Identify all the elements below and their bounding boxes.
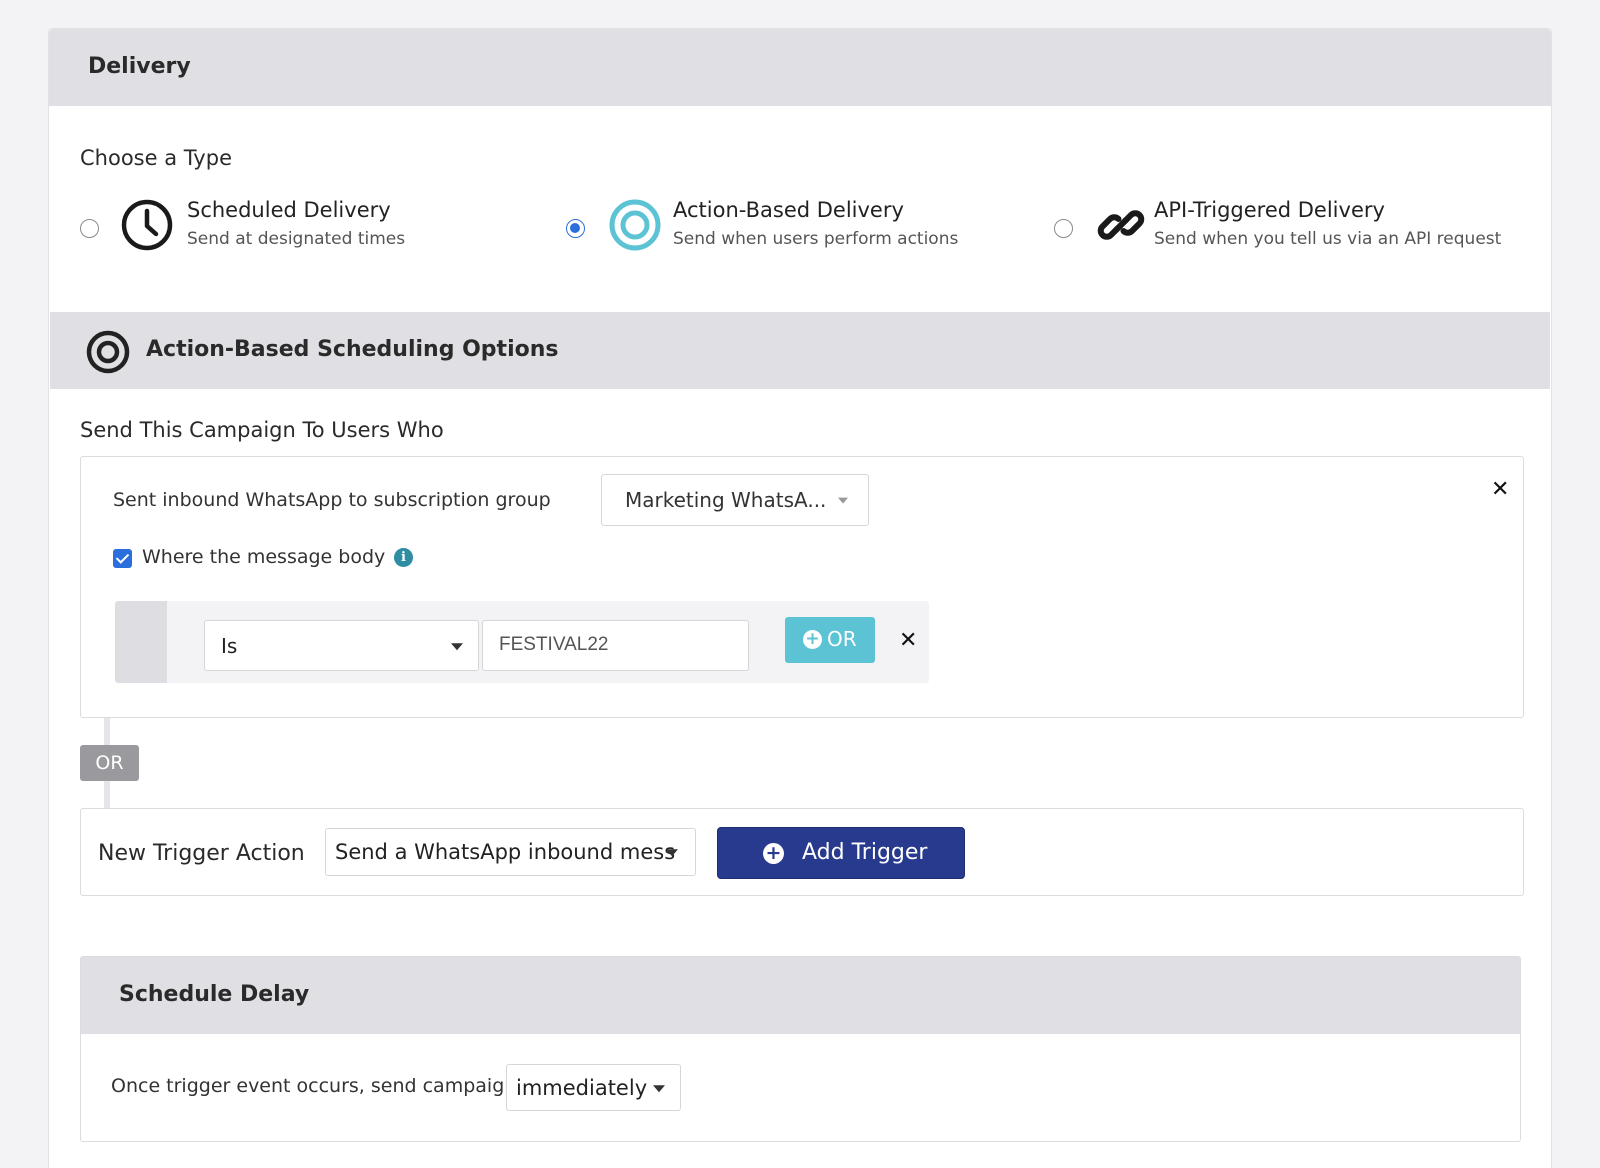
- add-trigger-label: Add Trigger: [802, 840, 928, 865]
- delivery-type-api-triggered[interactable]: API-Triggered Delivery Send when you tel…: [1054, 194, 1514, 258]
- chevron-down-icon: [838, 497, 848, 504]
- schedule-delay-card: Schedule Delay Once trigger event occurs…: [80, 956, 1521, 1142]
- message-body-filter: Is FESTIVAL22 + OR ✕: [115, 601, 929, 683]
- message-body-value-input[interactable]: FESTIVAL22: [482, 620, 749, 671]
- link-icon: [1097, 210, 1145, 240]
- new-trigger-select[interactable]: Send a WhatsApp inbound messa: [325, 828, 696, 876]
- clock-icon: [121, 199, 173, 251]
- add-or-condition-button[interactable]: + OR: [785, 617, 875, 663]
- trigger-description: Sent inbound WhatsApp to subscription gr…: [113, 489, 551, 511]
- schedule-delay-text: Once trigger event occurs, send campaign: [111, 1075, 517, 1097]
- schedule-delay-header: Schedule Delay: [81, 957, 1520, 1034]
- scheduled-title: Scheduled Delivery: [187, 198, 391, 222]
- delivery-header: Delivery: [49, 29, 1551, 106]
- delivery-title: Delivery: [88, 54, 191, 79]
- choose-type-label: Choose a Type: [80, 146, 232, 170]
- schedule-delay-title: Schedule Delay: [119, 982, 310, 1007]
- or-button-label: OR: [827, 627, 857, 651]
- chevron-down-icon: [666, 849, 678, 857]
- chevron-down-icon: [451, 642, 463, 650]
- scheduled-radio[interactable]: [80, 219, 99, 238]
- subscription-group-select[interactable]: Marketing WhatsA...: [601, 474, 869, 526]
- operator-value: Is: [221, 633, 238, 658]
- target-icon: [86, 330, 130, 374]
- plus-circle-icon: +: [763, 843, 784, 864]
- scheduled-desc: Send at designated times: [187, 229, 406, 249]
- send-to-label: Send This Campaign To Users Who: [80, 418, 444, 442]
- delay-timing-value: immediately: [516, 1075, 648, 1100]
- new-trigger-box: New Trigger Action Send a WhatsApp inbou…: [80, 808, 1524, 896]
- api-triggered-title: API-Triggered Delivery: [1154, 198, 1385, 222]
- plus-circle-icon: +: [803, 630, 822, 649]
- action-based-desc: Send when users perform actions: [673, 229, 959, 249]
- api-triggered-desc: Send when you tell us via an API request: [1154, 229, 1502, 249]
- action-based-title: Action-Based Delivery: [673, 198, 904, 222]
- chevron-down-icon: [653, 1084, 665, 1092]
- new-trigger-value: Send a WhatsApp inbound messa: [335, 840, 675, 864]
- message-body-label: Where the message body: [142, 546, 386, 568]
- operator-select[interactable]: Is: [204, 620, 479, 671]
- add-trigger-button[interactable]: + Add Trigger: [717, 827, 965, 879]
- message-body-checkbox[interactable]: [113, 549, 132, 568]
- filter-bar: [115, 601, 167, 683]
- remove-filter-button[interactable]: ✕: [899, 628, 917, 653]
- api-triggered-radio[interactable]: [1054, 219, 1073, 238]
- info-icon[interactable]: i: [394, 548, 413, 567]
- or-badge: OR: [80, 745, 139, 781]
- new-trigger-label: New Trigger Action: [98, 841, 305, 866]
- action-options-header: Action-Based Scheduling Options: [50, 312, 1550, 389]
- delay-timing-select[interactable]: immediately: [506, 1064, 681, 1111]
- trigger-condition-box: Sent inbound WhatsApp to subscription gr…: [80, 456, 1524, 718]
- subscription-group-value: Marketing WhatsA...: [625, 488, 827, 512]
- remove-trigger-button[interactable]: ✕: [1491, 477, 1509, 502]
- action-options-title: Action-Based Scheduling Options: [146, 337, 559, 362]
- delivery-type-scheduled[interactable]: Scheduled Delivery Send at designated ti…: [80, 194, 440, 258]
- target-icon: [609, 199, 661, 251]
- action-based-radio[interactable]: [566, 219, 585, 238]
- delivery-type-action-based[interactable]: Action-Based Delivery Send when users pe…: [566, 194, 966, 258]
